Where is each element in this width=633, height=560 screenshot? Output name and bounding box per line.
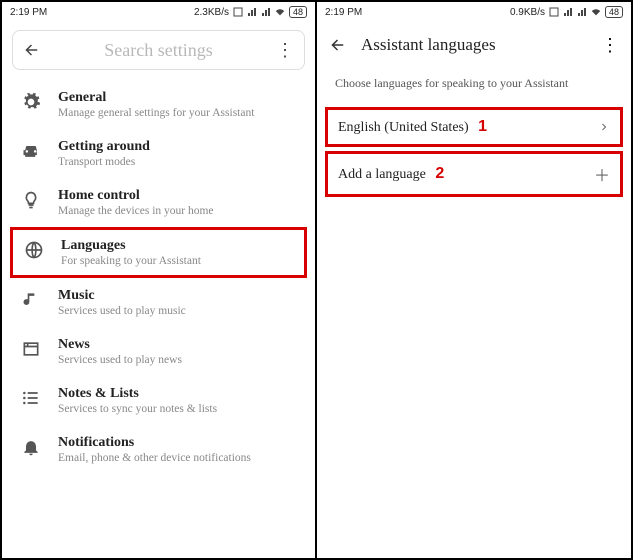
annotation-2: 2 (435, 165, 444, 182)
language-label: English (United States) (338, 120, 469, 135)
globe-icon (23, 238, 45, 260)
status-bar: 2:19 PM 2.3KB/s 48 (2, 2, 315, 22)
header: Assistant languages ⋮ (317, 22, 631, 68)
setting-title: Getting around (58, 139, 301, 155)
car-icon (20, 139, 42, 161)
music-icon (20, 288, 42, 310)
status-right: 0.9KB/s 48 (510, 6, 623, 18)
chevron-right-icon (598, 121, 610, 133)
status-time: 2:19 PM (325, 7, 362, 18)
language-label: Add a language (338, 167, 426, 182)
more-icon[interactable]: ⋮ (601, 36, 619, 54)
setting-sub: For speaking to your Assistant (61, 255, 298, 267)
setting-text: News Services used to play news (58, 337, 301, 366)
setting-sub: Manage general settings for your Assista… (58, 107, 301, 119)
net-speed: 0.9KB/s (510, 7, 545, 18)
battery-icon: 48 (289, 6, 307, 18)
settings-list: General Manage general settings for your… (2, 76, 315, 478)
news-icon (20, 337, 42, 359)
setting-title: Notes & Lists (58, 386, 301, 402)
setting-sub: Services to sync your notes & lists (58, 403, 301, 415)
more-icon[interactable]: ⋮ (276, 41, 294, 59)
signal-icon (261, 7, 271, 17)
page-title: Assistant languages (361, 35, 587, 55)
language-row-add[interactable]: Add a language 2 ＋ (325, 151, 623, 197)
setting-news[interactable]: News Services used to play news (2, 327, 315, 376)
setting-languages[interactable]: Languages For speaking to your Assistant (10, 227, 307, 278)
setting-sub: Email, phone & other device notification… (58, 452, 301, 464)
setting-title: General (58, 90, 301, 106)
setting-general[interactable]: General Manage general settings for your… (2, 80, 315, 129)
setting-text: Home control Manage the devices in your … (58, 188, 301, 217)
sim-icon (549, 7, 559, 17)
annotation-1: 1 (478, 118, 487, 135)
signal-icon (247, 7, 257, 17)
setting-notifications[interactable]: Notifications Email, phone & other devic… (2, 425, 315, 474)
setting-text: Music Services used to play music (58, 288, 301, 317)
sim-icon (233, 7, 243, 17)
net-speed: 2.3KB/s (194, 7, 229, 18)
signal-icon (577, 7, 587, 17)
battery-icon: 48 (605, 6, 623, 18)
page-subtitle: Choose languages for speaking to your As… (317, 68, 631, 103)
setting-title: News (58, 337, 301, 353)
language-row-english[interactable]: English (United States) 1 (325, 107, 623, 147)
setting-text: General Manage general settings for your… (58, 90, 301, 119)
setting-title: Notifications (58, 435, 301, 451)
search-input[interactable]: Search settings (53, 40, 264, 61)
setting-text: Languages For speaking to your Assistant (61, 238, 298, 267)
setting-getting-around[interactable]: Getting around Transport modes (2, 129, 315, 178)
bell-icon (20, 435, 42, 457)
gear-icon (20, 90, 42, 112)
setting-sub: Services used to play news (58, 354, 301, 366)
signal-icon (563, 7, 573, 17)
wifi-icon (591, 7, 601, 17)
setting-text: Notifications Email, phone & other devic… (58, 435, 301, 464)
setting-sub: Manage the devices in your home (58, 205, 301, 217)
setting-home-control[interactable]: Home control Manage the devices in your … (2, 178, 315, 227)
setting-text: Getting around Transport modes (58, 139, 301, 168)
right-screen: 2:19 PM 0.9KB/s 48 Assistant languages ⋮… (317, 2, 631, 558)
setting-title: Home control (58, 188, 301, 204)
back-icon[interactable] (329, 36, 347, 54)
setting-sub: Transport modes (58, 156, 301, 168)
search-bar[interactable]: Search settings ⋮ (12, 30, 305, 70)
back-icon[interactable] (23, 41, 41, 59)
wifi-icon (275, 7, 285, 17)
list-icon (20, 386, 42, 408)
status-right: 2.3KB/s 48 (194, 6, 307, 18)
setting-sub: Services used to play music (58, 305, 301, 317)
plus-icon: ＋ (594, 162, 610, 186)
bulb-icon (20, 188, 42, 210)
setting-title: Music (58, 288, 301, 304)
left-screen: 2:19 PM 2.3KB/s 48 Search settings ⋮ Gen… (2, 2, 317, 558)
setting-music[interactable]: Music Services used to play music (2, 278, 315, 327)
setting-text: Notes & Lists Services to sync your note… (58, 386, 301, 415)
setting-title: Languages (61, 238, 298, 254)
setting-notes[interactable]: Notes & Lists Services to sync your note… (2, 376, 315, 425)
status-bar: 2:19 PM 0.9KB/s 48 (317, 2, 631, 22)
status-time: 2:19 PM (10, 7, 47, 18)
